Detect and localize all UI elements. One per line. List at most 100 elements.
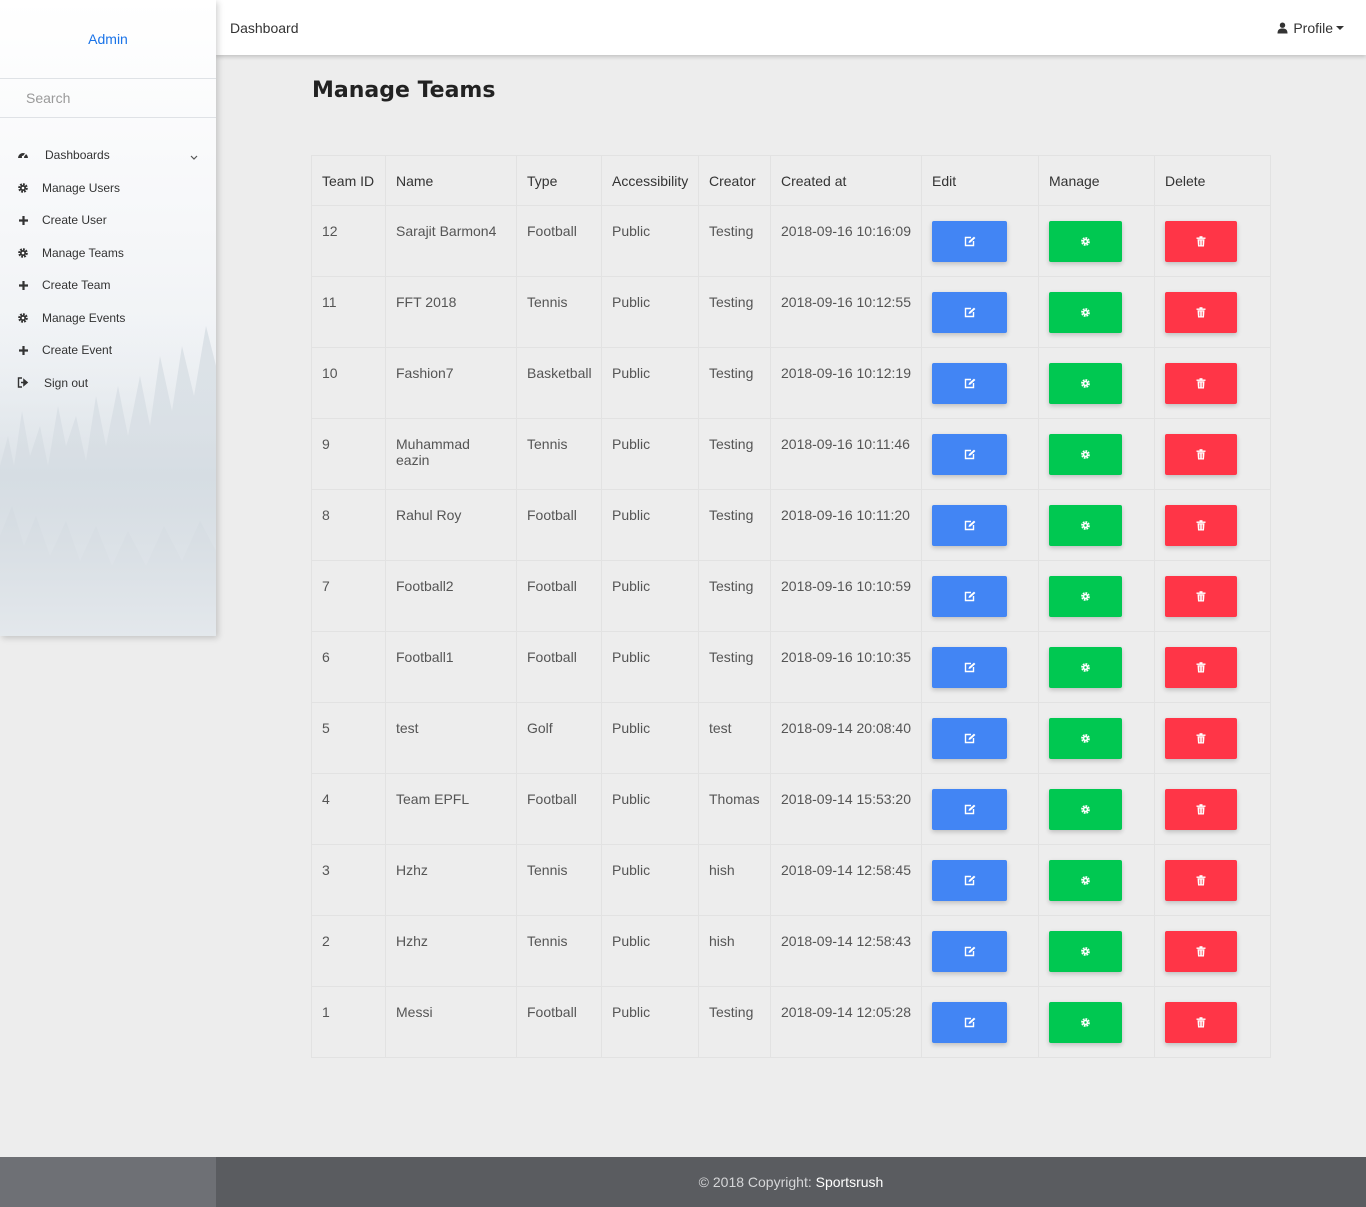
delete-button[interactable] <box>1165 789 1237 830</box>
team-name-cell: FFT 2018 <box>385 276 517 348</box>
creator-cell: Testing <box>698 276 771 348</box>
delete-button[interactable] <box>1165 1002 1237 1043</box>
teams-table: Team ID Name Type Accessibility Creator Creat… <box>311 155 1271 1058</box>
manage-button[interactable] <box>1049 576 1122 617</box>
manage-button[interactable] <box>1049 789 1122 830</box>
footer-left-block <box>0 1157 216 1207</box>
sidebar-item-label: Manage Events <box>42 310 126 325</box>
edit-button[interactable] <box>932 789 1007 830</box>
team-name-cell: Fashion7 <box>385 347 517 419</box>
delete-button[interactable] <box>1165 718 1237 759</box>
delete-button[interactable] <box>1165 292 1237 333</box>
edit-button[interactable] <box>932 576 1007 617</box>
table-row: 2 Hzhz Tennis Public hish 2018-09-14 12:58:43 <box>311 915 1271 987</box>
delete-cell <box>1154 205 1271 277</box>
table-header-row: Team ID Name Type Accessibility Creator Creat… <box>311 155 1271 206</box>
profile-dropdown[interactable]: Profile <box>1277 20 1344 36</box>
sidebar-item-create-team[interactable]: Create Team <box>0 269 216 302</box>
sidebar-item-create-event[interactable]: Create Event <box>0 334 216 367</box>
manage-button[interactable] <box>1049 363 1122 404</box>
sidebar-item-manage-teams[interactable]: Manage Teams <box>0 237 216 270</box>
manage-button[interactable] <box>1049 292 1122 333</box>
delete-button[interactable] <box>1165 860 1237 901</box>
sidebar-item-manage-events[interactable]: Manage Events <box>0 302 216 335</box>
table-row: 12 Sarajit Barmon4 Football Public Testing 20… <box>311 205 1271 277</box>
creator-cell: Testing <box>698 347 771 419</box>
delete-button[interactable] <box>1165 363 1237 404</box>
column-header-manage: Manage <box>1038 155 1155 206</box>
table-row: 6 Football1 Football Public Testing 2018-09-1… <box>311 631 1271 703</box>
edit-button[interactable] <box>932 1002 1007 1043</box>
manage-button[interactable] <box>1049 221 1122 262</box>
edit-cell <box>921 489 1039 561</box>
gear-icon <box>1080 591 1091 602</box>
created-at-cell: 2018-09-16 10:12:19 <box>770 347 922 419</box>
creator-cell: Thomas <box>698 773 771 845</box>
footer-brand-link[interactable]: Sportsrush <box>816 1174 884 1190</box>
sidebar-item-sign-out[interactable]: Sign out <box>0 367 216 400</box>
brand-title[interactable]: Admin <box>0 0 216 79</box>
team-id-cell: 2 <box>311 915 386 987</box>
delete-cell <box>1154 489 1271 561</box>
table-row: 7 Football2 Football Public Testing 2018-09-1… <box>311 560 1271 632</box>
edit-button[interactable] <box>932 505 1007 546</box>
manage-button[interactable] <box>1049 718 1122 759</box>
search-input[interactable] <box>26 90 196 106</box>
accessibility-cell: Public <box>601 276 699 348</box>
breadcrumb[interactable]: Dashboard <box>230 20 299 36</box>
manage-button[interactable] <box>1049 505 1122 546</box>
manage-button[interactable] <box>1049 1002 1122 1043</box>
profile-label: Profile <box>1293 19 1333 36</box>
page-title: Manage Teams <box>312 78 496 103</box>
edit-cell <box>921 418 1039 490</box>
edit-cell <box>921 915 1039 987</box>
edit-button[interactable] <box>932 292 1007 333</box>
edit-icon <box>964 307 976 318</box>
footer: © 2018 Copyright: Sportsrush <box>0 1157 1366 1207</box>
trash-icon <box>1196 378 1206 389</box>
edit-button[interactable] <box>932 647 1007 688</box>
delete-button[interactable] <box>1165 931 1237 972</box>
edit-button[interactable] <box>932 931 1007 972</box>
edit-cell <box>921 276 1039 348</box>
gear-icon <box>1080 875 1091 886</box>
accessibility-cell: Public <box>601 915 699 987</box>
manage-button[interactable] <box>1049 860 1122 901</box>
manage-cell <box>1038 702 1155 774</box>
edit-button[interactable] <box>932 221 1007 262</box>
delete-cell <box>1154 915 1271 987</box>
sidebar-item-create-user[interactable]: Create User <box>0 204 216 237</box>
delete-button[interactable] <box>1165 576 1237 617</box>
team-type-cell: Tennis <box>516 418 602 490</box>
gear-icon <box>1080 946 1091 957</box>
team-id-cell: 10 <box>311 347 386 419</box>
edit-button[interactable] <box>932 860 1007 901</box>
manage-button[interactable] <box>1049 647 1122 688</box>
gear-icon <box>17 247 29 259</box>
column-header-delete: Delete <box>1154 155 1271 206</box>
chevron-down-icon[interactable] <box>190 150 198 164</box>
sidebar-nav: Dashboards Manage Users Create User Mana… <box>0 118 216 399</box>
delete-button[interactable] <box>1165 505 1237 546</box>
created-at-cell: 2018-09-16 10:11:20 <box>770 489 922 561</box>
dashboard-icon <box>17 149 29 161</box>
table-row: 11 FFT 2018 Tennis Public Testing 2018-09-16 … <box>311 276 1271 348</box>
manage-button[interactable] <box>1049 931 1122 972</box>
edit-button[interactable] <box>932 718 1007 759</box>
delete-button[interactable] <box>1165 434 1237 475</box>
sidebar: Admin Dashboards Manage Users Create Use… <box>0 0 216 636</box>
sidebar-item-manage-users[interactable]: Manage Users <box>0 172 216 205</box>
created-at-cell: 2018-09-16 10:16:09 <box>770 205 922 277</box>
delete-cell <box>1154 773 1271 845</box>
edit-button[interactable] <box>932 363 1007 404</box>
edit-cell <box>921 205 1039 277</box>
manage-cell <box>1038 560 1155 632</box>
delete-button[interactable] <box>1165 647 1237 688</box>
gear-icon <box>17 312 29 324</box>
manage-button[interactable] <box>1049 434 1122 475</box>
edit-button[interactable] <box>932 434 1007 475</box>
delete-button[interactable] <box>1165 221 1237 262</box>
creator-cell: Testing <box>698 631 771 703</box>
sidebar-item-dashboards[interactable]: Dashboards <box>0 139 216 172</box>
delete-cell <box>1154 347 1271 419</box>
